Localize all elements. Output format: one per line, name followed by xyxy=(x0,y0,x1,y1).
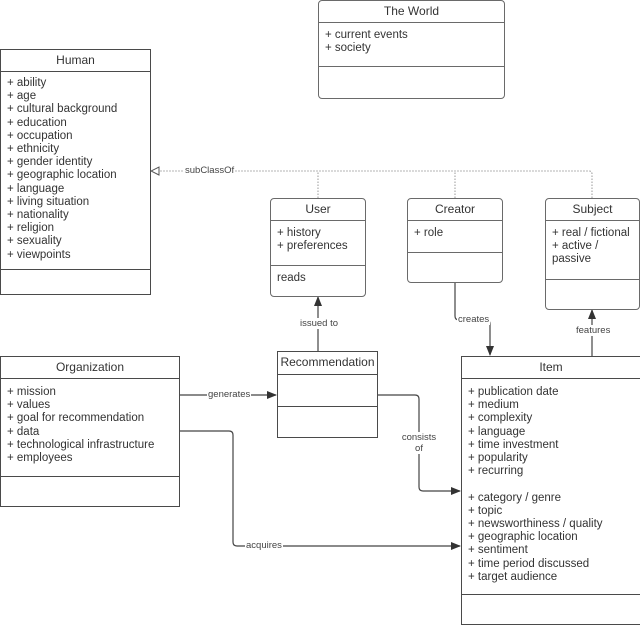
attribute: + category / genre xyxy=(468,491,562,504)
attributes-section: + ability + age + cultural background + … xyxy=(1,72,150,270)
attribute: + occupation xyxy=(7,129,73,142)
attribute: + technological infrastructure xyxy=(7,438,155,451)
attributes-section xyxy=(278,375,377,407)
class-name: Creator xyxy=(408,199,502,221)
attribute: + sentiment xyxy=(468,544,528,557)
attribute: + cultural background xyxy=(7,103,118,116)
attribute: + mission xyxy=(7,386,56,398)
operations-section xyxy=(278,407,377,437)
attribute: + gender identity xyxy=(7,156,93,169)
attribute: + ethnicity xyxy=(7,143,60,156)
attribute: + nationality xyxy=(7,209,69,222)
attribute: + society xyxy=(325,42,371,55)
operations-section xyxy=(462,595,640,624)
attributes-section: + real / fictional + active / passive xyxy=(546,221,639,280)
class-name: Recommendation xyxy=(278,352,377,375)
attribute: + real / fictional xyxy=(552,227,630,239)
creates-label: creates xyxy=(457,314,491,325)
attribute: + language xyxy=(468,425,526,438)
attribute: + newsworthiness / quality xyxy=(468,518,603,531)
operations-section: reads xyxy=(271,266,365,296)
operations-section xyxy=(1,270,150,294)
issued-to-label: issued to xyxy=(299,318,340,329)
class-item[interactable]: Item + publication date + medium + compl… xyxy=(461,356,640,625)
consists-of-label: consists of xyxy=(401,432,437,454)
class-human[interactable]: Human + ability + age + cultural backgro… xyxy=(0,49,151,295)
operations-section xyxy=(546,280,639,309)
attribute: + complexity xyxy=(468,412,533,425)
attributes-section: + publication date + medium + complexity… xyxy=(462,379,640,595)
attribute: + employees xyxy=(7,452,73,465)
class-name: Organization xyxy=(1,357,179,379)
class-name: Human xyxy=(1,50,150,72)
generates-label: generates xyxy=(207,389,252,400)
consists-of-label-line-1: consists xyxy=(401,432,437,443)
attribute: + medium xyxy=(468,399,519,412)
subclassof-label: subClassOf xyxy=(184,165,236,176)
features-label: features xyxy=(575,325,612,336)
acquires-label: acquires xyxy=(245,540,283,551)
attribute: + geographic location xyxy=(468,531,578,544)
class-name: Item xyxy=(462,357,640,379)
attribute: + language xyxy=(7,182,65,195)
attributes-section: + history + preferences xyxy=(271,221,365,266)
attribute: + data xyxy=(7,425,40,438)
operations-section xyxy=(319,67,504,98)
attribute-group-spacer xyxy=(468,478,634,491)
attribute: + education xyxy=(7,116,67,129)
class-subject[interactable]: Subject + real / fictional + active / pa… xyxy=(545,198,640,310)
class-creator[interactable]: Creator + role xyxy=(407,198,503,283)
class-user[interactable]: User + history + preferences reads xyxy=(270,198,366,297)
attributes-section: + current events + society xyxy=(319,23,504,67)
attribute: + goal for recommendation xyxy=(7,412,145,425)
attribute: + target audience xyxy=(468,570,558,583)
operations-section xyxy=(408,253,502,282)
attribute: + age xyxy=(7,90,37,103)
operation: reads xyxy=(277,272,306,284)
attribute: + viewpoints xyxy=(7,248,71,261)
attribute: + preferences xyxy=(277,240,348,253)
class-recommendation[interactable]: Recommendation xyxy=(277,351,378,438)
attribute: + geographic location xyxy=(7,169,117,182)
class-the-world[interactable]: The World + current events + society xyxy=(318,0,505,99)
attribute: + religion xyxy=(7,222,54,235)
attribute: + current events xyxy=(325,29,408,41)
attribute: + role xyxy=(414,227,444,239)
attribute: + living situation xyxy=(7,195,90,208)
attribute: + time period discussed xyxy=(468,557,590,570)
attribute: + history xyxy=(277,227,321,239)
attribute: + popularity xyxy=(468,452,528,465)
class-name: Subject xyxy=(546,199,639,221)
class-organization[interactable]: Organization + mission + values + goal f… xyxy=(0,356,180,507)
attribute: + sexuality xyxy=(7,235,62,248)
attribute: + time investment xyxy=(468,438,559,451)
consists-of-label-line-2: of xyxy=(415,443,423,454)
attributes-section: + mission + values + goal for recommenda… xyxy=(1,379,179,477)
class-name: The World xyxy=(319,1,504,23)
attribute: + recurring xyxy=(468,465,524,478)
attribute: + ability xyxy=(7,77,47,89)
attribute: + active / passive xyxy=(552,240,599,266)
attribute: + topic xyxy=(468,504,503,517)
operations-section xyxy=(1,477,179,506)
class-name: User xyxy=(271,199,365,221)
attribute: + values xyxy=(7,399,51,412)
attribute: + publication date xyxy=(468,386,559,398)
attributes-section: + role xyxy=(408,221,502,253)
